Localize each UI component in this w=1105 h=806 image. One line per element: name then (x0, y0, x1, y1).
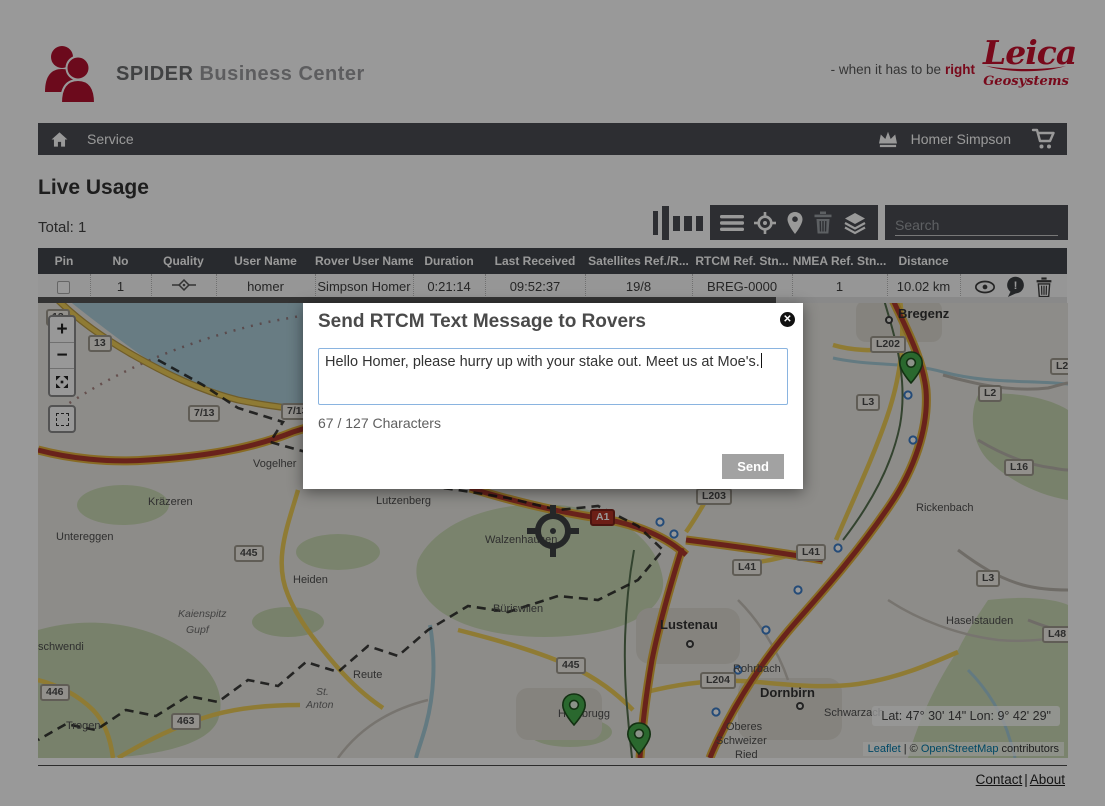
char-counter: 67 / 127 Characters (318, 415, 441, 431)
message-input[interactable]: Hello Homer, please hurry up with your s… (318, 348, 788, 405)
page: SPIDERBusiness Center - when it has to b… (0, 0, 1105, 806)
send-rtcm-dialog: Send RTCM Text Message to Rovers ✕ Hello… (303, 303, 803, 489)
text-caret (761, 353, 762, 368)
close-icon[interactable]: ✕ (780, 312, 795, 327)
dialog-title: Send RTCM Text Message to Rovers (318, 311, 646, 333)
send-button[interactable]: Send (722, 454, 784, 479)
message-text: Hello Homer, please hurry up with your s… (325, 354, 760, 370)
